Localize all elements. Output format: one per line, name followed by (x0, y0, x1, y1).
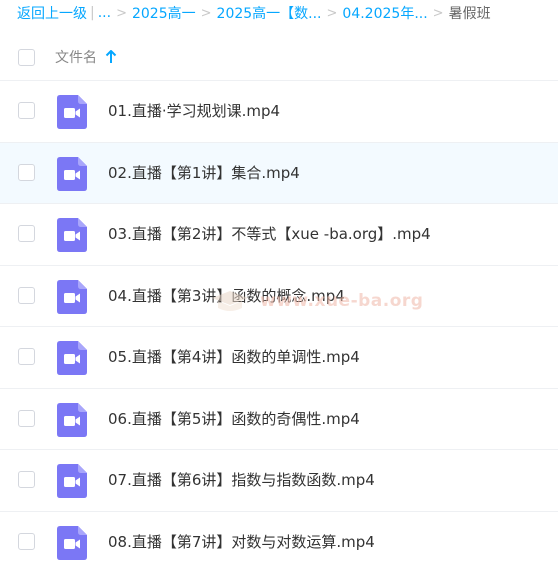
file-checkbox[interactable] (18, 286, 35, 304)
file-row[interactable]: 02.直播【第1讲】集合.mp4 (0, 141, 558, 204)
video-file-icon (57, 525, 87, 560)
breadcrumb-current: 暑假班 (448, 6, 491, 22)
video-file-icon (57, 279, 87, 314)
file-checkbox[interactable] (18, 225, 35, 242)
file-name[interactable]: 03.直播【第2讲】不等式【xue -ba.org】.mp4 (108, 204, 431, 265)
file-name[interactable]: 08.直播【第7讲】对数与对数运算.mp4 (108, 512, 375, 573)
filename-column-header[interactable]: 文件名 (55, 47, 117, 67)
file-list-header: 文件名 (0, 38, 558, 76)
breadcrumb-item[interactable]: 2025高一 (132, 3, 196, 23)
file-checkbox[interactable] (18, 348, 35, 365)
breadcrumb: 返回上一级 | ... > 2025高一 > 2025高一【数... > 04.… (0, 0, 558, 26)
breadcrumb-ellipsis[interactable]: ... (98, 5, 111, 21)
file-name[interactable]: 05.直播【第4讲】函数的单调性.mp4 (108, 327, 360, 388)
select-all-checkbox[interactable] (18, 48, 35, 66)
file-checkbox[interactable] (18, 409, 35, 427)
file-name[interactable]: 06.直播【第5讲】函数的奇偶性.mp4 (108, 389, 360, 450)
back-link[interactable]: 返回上一级 (17, 3, 87, 23)
file-checkbox[interactable] (18, 471, 35, 488)
file-name[interactable]: 04.直播【第3讲】函数的概念.mp4 (108, 266, 345, 327)
file-row[interactable]: 05.直播【第4讲】函数的单调性.mp4 (0, 326, 558, 388)
video-file-icon (57, 95, 87, 129)
file-row[interactable]: 04.直播【第3讲】函数的概念.mp4 (0, 264, 558, 327)
file-checkbox[interactable] (18, 102, 35, 119)
file-checkbox[interactable] (18, 163, 35, 181)
file-name[interactable]: 01.直播·学习规划课.mp4 (108, 81, 280, 142)
file-list: 01.直播·学习规划课.mp4 02.直播【第1讲】集合.mp4 03.直播【第2讲… (0, 80, 558, 572)
chevron-right-icon: > (116, 5, 127, 21)
chevron-right-icon: > (326, 5, 338, 21)
breadcrumb-item[interactable]: 2025高一【数... (217, 3, 322, 23)
breadcrumb-divider: | (90, 5, 95, 21)
video-file-icon (57, 464, 87, 498)
sort-ascending-arrow-icon[interactable] (105, 50, 117, 64)
breadcrumb-item[interactable]: 04.2025年... (342, 3, 427, 23)
chevron-right-icon: > (200, 5, 212, 21)
video-file-icon (57, 341, 87, 375)
file-name[interactable]: 07.直播【第6讲】指数与指数函数.mp4 (108, 450, 375, 511)
filename-header-label: 文件名 (55, 50, 97, 66)
chevron-right-icon: > (432, 5, 444, 21)
video-file-icon (57, 156, 87, 191)
file-row[interactable]: 03.直播【第2讲】不等式【xue -ba.org】.mp4 (0, 203, 558, 265)
video-file-icon (57, 402, 87, 437)
file-row[interactable]: 06.直播【第5讲】函数的奇偶性.mp4 (0, 387, 558, 450)
video-file-icon (57, 218, 87, 252)
file-row[interactable]: 07.直播【第6讲】指数与指数函数.mp4 (0, 449, 558, 511)
file-row[interactable]: 08.直播【第7讲】对数与对数运算.mp4 (0, 510, 558, 573)
file-checkbox[interactable] (18, 532, 35, 550)
file-row[interactable]: 01.直播·学习规划课.mp4 (0, 80, 558, 142)
file-name[interactable]: 02.直播【第1讲】集合.mp4 (108, 143, 300, 204)
